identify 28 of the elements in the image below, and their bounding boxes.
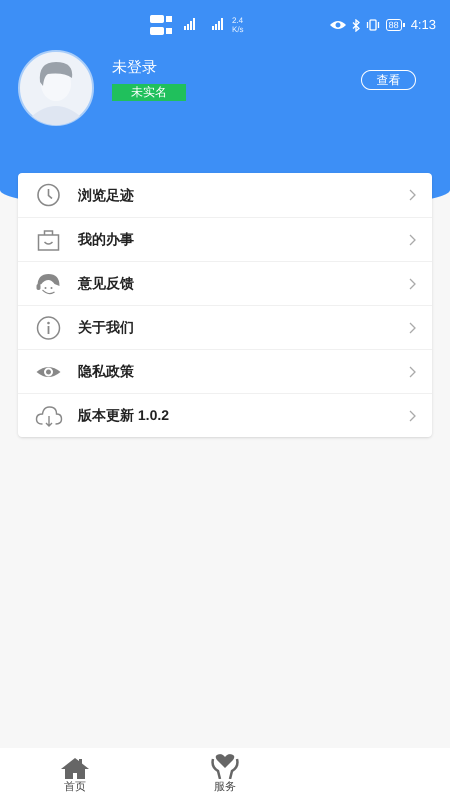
chevron-right-icon: [409, 278, 416, 290]
menu-item[interactable]: 浏览足迹: [18, 173, 432, 217]
network-speed: 2.4: [232, 16, 244, 25]
hands-heart-icon: [210, 753, 240, 779]
clock-icon: [35, 183, 63, 207]
bluetooth-icon: [352, 18, 360, 32]
tab-bar-item[interactable]: 服务: [150, 748, 300, 800]
menu-item[interactable]: 意见反馈: [18, 261, 432, 305]
menu-item[interactable]: 我的办事: [18, 217, 432, 261]
home-icon: [60, 757, 90, 779]
menu-item[interactable]: 关于我们: [18, 305, 432, 349]
battery-indicator: 88: [386, 19, 402, 31]
clock-time: 4:13: [410, 16, 436, 34]
eye-icon: [330, 20, 346, 30]
speed-unit: K/s: [232, 25, 244, 34]
chevron-right-icon: [409, 410, 416, 422]
chevron-right-icon: [409, 322, 416, 334]
cloud-download-icon: [35, 404, 63, 428]
info-icon: [35, 316, 63, 340]
tab-bar-item[interactable]: 首页: [0, 748, 150, 800]
menu-item[interactable]: 版本更新 1.0.2: [18, 393, 432, 437]
vibrate-icon: [366, 19, 380, 31]
menu-item[interactable]: 隐私政策: [18, 349, 432, 393]
user-name: 未登录: [112, 58, 157, 78]
chevron-right-icon: [409, 366, 416, 378]
chevron-right-icon: [409, 189, 416, 201]
chevron-right-icon: [409, 234, 416, 246]
status-badge: 未实名: [112, 84, 186, 101]
